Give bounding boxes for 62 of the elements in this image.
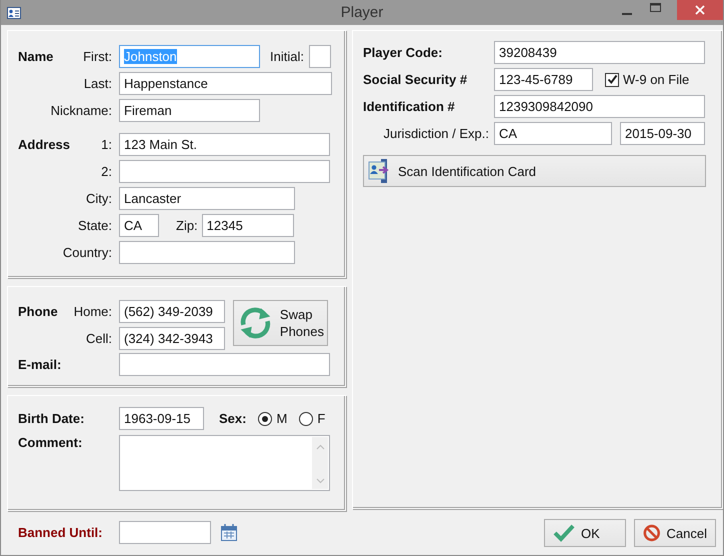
section-heading: E-mail: — [18, 357, 62, 372]
identification-field[interactable]: 1239309842090 — [494, 95, 705, 118]
field-label: 2: — [100, 164, 112, 179]
chevron-up-icon[interactable] — [316, 444, 324, 450]
field-label: Player Code: — [363, 45, 444, 60]
address-field[interactable] — [119, 160, 330, 183]
banned-date-field[interactable] — [119, 520, 211, 544]
scrollbar[interactable] — [312, 437, 328, 489]
section-heading: Comment: — [18, 435, 84, 450]
phone-field[interactable]: (562) 349-2039 — [119, 300, 225, 323]
field-label: Identification # — [363, 99, 456, 114]
player-code-field[interactable]: 39208439 — [494, 41, 705, 64]
chevron-down-icon[interactable] — [316, 478, 324, 484]
comment-field[interactable] — [119, 435, 330, 491]
nickname-field[interactable]: Fireman — [119, 99, 260, 122]
field-label: Cell: — [84, 331, 112, 346]
section-heading: Birth Date: — [18, 411, 86, 426]
field-label: Social Security # — [363, 72, 468, 87]
last-name-field[interactable]: Happenstance — [119, 72, 332, 95]
country-field[interactable] — [119, 241, 295, 264]
checkmark-icon — [606, 74, 618, 85]
scan-card-button[interactable]: Scan Identification Card — [363, 155, 706, 187]
email-field[interactable] — [119, 353, 330, 376]
field-label: Sex: — [219, 411, 246, 426]
birth-date-field[interactable]: 1963-09-15 — [119, 407, 204, 430]
zip-field[interactable]: 12345 — [202, 214, 294, 237]
section-heading: Address — [18, 137, 70, 152]
jurisdiction-field[interactable]: CA — [494, 122, 612, 145]
field-label: Zip: — [176, 218, 198, 233]
close-icon — [695, 5, 705, 15]
city-field[interactable]: Lancaster — [119, 187, 295, 210]
window-title: Player — [340, 4, 384, 21]
field-label: Last: — [82, 76, 112, 91]
checkmark-icon — [553, 524, 575, 542]
phone-field[interactable]: (324) 342-3943 — [119, 327, 225, 350]
cancel-button[interactable]: Cancel — [634, 519, 716, 547]
maximize-icon[interactable] — [650, 3, 661, 12]
ssn-field[interactable]: 123-45-6789 — [494, 68, 593, 91]
field-label: Initial: — [270, 49, 304, 64]
radio-option[interactable]: M — [258, 411, 288, 426]
section-heading: Phone — [18, 304, 59, 319]
field-label: 1: — [100, 137, 112, 152]
ok-button[interactable]: OK — [544, 519, 626, 547]
field-label: First: — [82, 49, 112, 64]
field-label: Country: — [62, 245, 112, 260]
initial-field[interactable] — [308, 45, 331, 68]
field-label: Jurisdiction / Exp.: — [382, 126, 489, 141]
field-label: State: — [77, 218, 112, 233]
calendar-icon[interactable] — [221, 524, 237, 540]
banned-until-label: Banned Until: — [18, 524, 104, 540]
field-label: City: — [85, 191, 112, 206]
swap-phones-button[interactable]: Swap Phones — [233, 300, 328, 346]
section-heading: Name — [18, 49, 54, 64]
address-field[interactable]: 123 Main St. — [119, 133, 330, 156]
field-label: Nickname: — [50, 103, 112, 118]
contact-card-icon — [7, 6, 21, 18]
field-label: Home: — [72, 304, 112, 319]
expiry-date-field[interactable]: 2015-09-30 — [620, 122, 705, 145]
state-field[interactable]: CA — [119, 214, 159, 237]
minimize-icon[interactable] — [622, 13, 632, 16]
close-button[interactable] — [677, 0, 723, 20]
w9-checkbox[interactable]: W-9 on File — [605, 72, 690, 87]
